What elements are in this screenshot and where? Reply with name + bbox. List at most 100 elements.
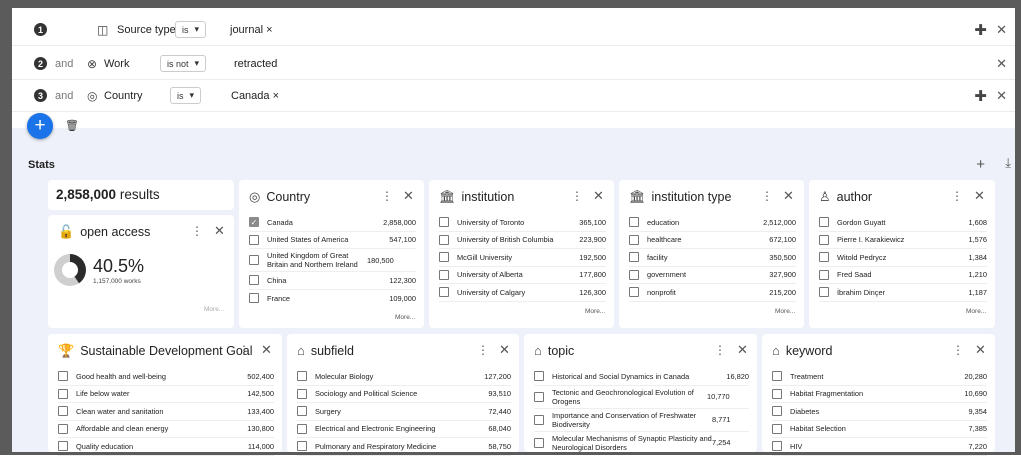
kebab-menu-icon[interactable]: ⋮ bbox=[714, 343, 726, 357]
list-item[interactable]: United Kingdom of Great Britain and Nort… bbox=[249, 249, 416, 272]
checkbox[interactable] bbox=[58, 389, 68, 399]
checkbox[interactable] bbox=[297, 371, 307, 381]
list-item[interactable]: İbrahim Dinçer1,187 bbox=[819, 284, 987, 302]
checkbox[interactable] bbox=[819, 235, 829, 245]
kebab-menu-icon[interactable]: ⋮ bbox=[761, 189, 773, 203]
list-item[interactable]: nonprofit215,200 bbox=[629, 284, 796, 302]
kebab-menu-icon[interactable]: ⋮ bbox=[951, 189, 963, 203]
checkbox[interactable] bbox=[439, 217, 449, 227]
filter-value-chip[interactable]: journal × bbox=[230, 24, 273, 36]
list-item[interactable]: Pierre I. Karakiewicz1,576 bbox=[819, 232, 987, 250]
list-item[interactable]: United States of America547,100 bbox=[249, 232, 416, 250]
add-filter-icon[interactable]: ✚ bbox=[974, 21, 987, 39]
checkbox[interactable] bbox=[629, 235, 639, 245]
checkbox[interactable] bbox=[772, 389, 782, 399]
close-icon[interactable]: ✕ bbox=[975, 342, 986, 358]
checkbox[interactable] bbox=[249, 293, 259, 303]
close-icon[interactable]: ✕ bbox=[214, 223, 225, 239]
list-item[interactable]: education2,512,000 bbox=[629, 214, 796, 232]
checkbox[interactable] bbox=[534, 415, 544, 425]
checkbox[interactable] bbox=[772, 371, 782, 381]
checkbox[interactable] bbox=[772, 441, 782, 451]
checkbox[interactable] bbox=[249, 275, 259, 285]
checkbox[interactable] bbox=[58, 424, 68, 434]
more-link[interactable]: More... bbox=[775, 308, 795, 315]
close-icon[interactable]: ✕ bbox=[499, 342, 510, 358]
checkbox[interactable] bbox=[629, 252, 639, 262]
checkbox[interactable] bbox=[58, 406, 68, 416]
filter-value-chip[interactable]: Canada × bbox=[231, 90, 279, 102]
trash-icon[interactable]: 🗑 bbox=[65, 119, 79, 132]
close-icon[interactable]: ✕ bbox=[783, 188, 794, 204]
list-item[interactable]: Molecular Biology127,200 bbox=[297, 368, 511, 386]
checkbox[interactable] bbox=[629, 217, 639, 227]
list-item[interactable]: University of British Columbia223,900 bbox=[439, 232, 606, 250]
list-item[interactable]: China122,300 bbox=[249, 272, 416, 290]
checkbox[interactable] bbox=[534, 371, 544, 381]
more-link[interactable]: More... bbox=[966, 308, 986, 315]
list-item[interactable]: Surgery72,440 bbox=[297, 403, 511, 421]
list-item[interactable]: University of Calgary126,300 bbox=[439, 284, 606, 302]
download-icon[interactable]: ⤓ bbox=[1005, 155, 1011, 171]
add-filter-icon[interactable]: ✚ bbox=[974, 87, 987, 105]
close-icon[interactable]: ✕ bbox=[974, 188, 985, 204]
list-item[interactable]: Sociology and Political Science93,510 bbox=[297, 386, 511, 404]
list-item[interactable]: Electrical and Electronic Engineering68,… bbox=[297, 421, 511, 439]
list-item[interactable]: Fred Saad1,210 bbox=[819, 267, 987, 285]
list-item[interactable]: Treatment20,280 bbox=[772, 368, 987, 386]
checkbox[interactable]: ✓ bbox=[249, 217, 259, 227]
list-item[interactable]: Diabetes9,354 bbox=[772, 403, 987, 421]
more-link[interactable]: More... bbox=[395, 314, 415, 321]
checkbox[interactable] bbox=[297, 406, 307, 416]
filter-operator-select[interactable]: is▾ bbox=[175, 21, 206, 38]
checkbox[interactable] bbox=[819, 287, 829, 297]
checkbox[interactable] bbox=[439, 270, 449, 280]
checkbox[interactable] bbox=[297, 441, 307, 451]
checkbox[interactable] bbox=[58, 441, 68, 451]
close-icon[interactable]: ✕ bbox=[593, 188, 604, 204]
list-item[interactable]: ✓Canada2,858,000 bbox=[249, 214, 416, 232]
checkbox[interactable] bbox=[772, 406, 782, 416]
kebab-menu-icon[interactable]: ⋮ bbox=[381, 189, 393, 203]
filter-value[interactable]: retracted bbox=[234, 58, 277, 70]
close-icon[interactable]: ✕ bbox=[261, 342, 272, 358]
list-item[interactable]: McGill University192,500 bbox=[439, 249, 606, 267]
list-item[interactable]: Good health and well-being502,400 bbox=[58, 368, 274, 386]
list-item[interactable]: Habitat Selection7,385 bbox=[772, 421, 987, 439]
kebab-menu-icon[interactable]: ⋮ bbox=[477, 343, 489, 357]
checkbox[interactable] bbox=[297, 389, 307, 399]
list-item[interactable]: Historical and Social Dynamics in Canada… bbox=[534, 368, 749, 386]
close-icon[interactable]: ✕ bbox=[737, 342, 748, 358]
checkbox[interactable] bbox=[629, 287, 639, 297]
add-filter-button[interactable]: + bbox=[27, 113, 53, 139]
list-item[interactable]: healthcare672,100 bbox=[629, 232, 796, 250]
kebab-menu-icon[interactable]: ⋮ bbox=[952, 343, 964, 357]
kebab-menu-icon[interactable]: ⋮ bbox=[571, 189, 583, 203]
kebab-menu-icon[interactable]: ⋮ bbox=[191, 224, 203, 238]
checkbox[interactable] bbox=[629, 270, 639, 280]
list-item[interactable]: University of Toronto365,100 bbox=[439, 214, 606, 232]
checkbox[interactable] bbox=[249, 235, 259, 245]
list-item[interactable]: Habitat Fragmentation10,690 bbox=[772, 386, 987, 404]
filter-operator-select[interactable]: is not▾ bbox=[160, 55, 206, 72]
checkbox[interactable] bbox=[439, 235, 449, 245]
list-item[interactable]: Tectonic and Geochronological Evolution … bbox=[534, 386, 749, 409]
remove-filter-icon[interactable]: ✕ bbox=[996, 22, 1007, 38]
list-item[interactable]: Importance and Conservation of Freshwate… bbox=[534, 409, 749, 432]
add-stat-icon[interactable]: + bbox=[976, 156, 985, 173]
filter-operator-select[interactable]: is▾ bbox=[170, 87, 201, 104]
more-link[interactable]: More... bbox=[204, 306, 224, 313]
checkbox[interactable] bbox=[249, 255, 259, 265]
remove-filter-icon[interactable]: ✕ bbox=[996, 56, 1007, 72]
list-item[interactable]: Gordon Guyatt1,608 bbox=[819, 214, 987, 232]
checkbox[interactable] bbox=[819, 252, 829, 262]
list-item[interactable]: Clean water and sanitation133,400 bbox=[58, 403, 274, 421]
list-item[interactable]: facility350,500 bbox=[629, 249, 796, 267]
checkbox[interactable] bbox=[772, 424, 782, 434]
kebab-menu-icon[interactable]: ⋮ bbox=[238, 343, 250, 357]
checkbox[interactable] bbox=[439, 252, 449, 262]
checkbox[interactable] bbox=[297, 424, 307, 434]
close-icon[interactable]: ✕ bbox=[403, 188, 414, 204]
list-item[interactable]: University of Alberta177,800 bbox=[439, 267, 606, 285]
checkbox[interactable] bbox=[439, 287, 449, 297]
